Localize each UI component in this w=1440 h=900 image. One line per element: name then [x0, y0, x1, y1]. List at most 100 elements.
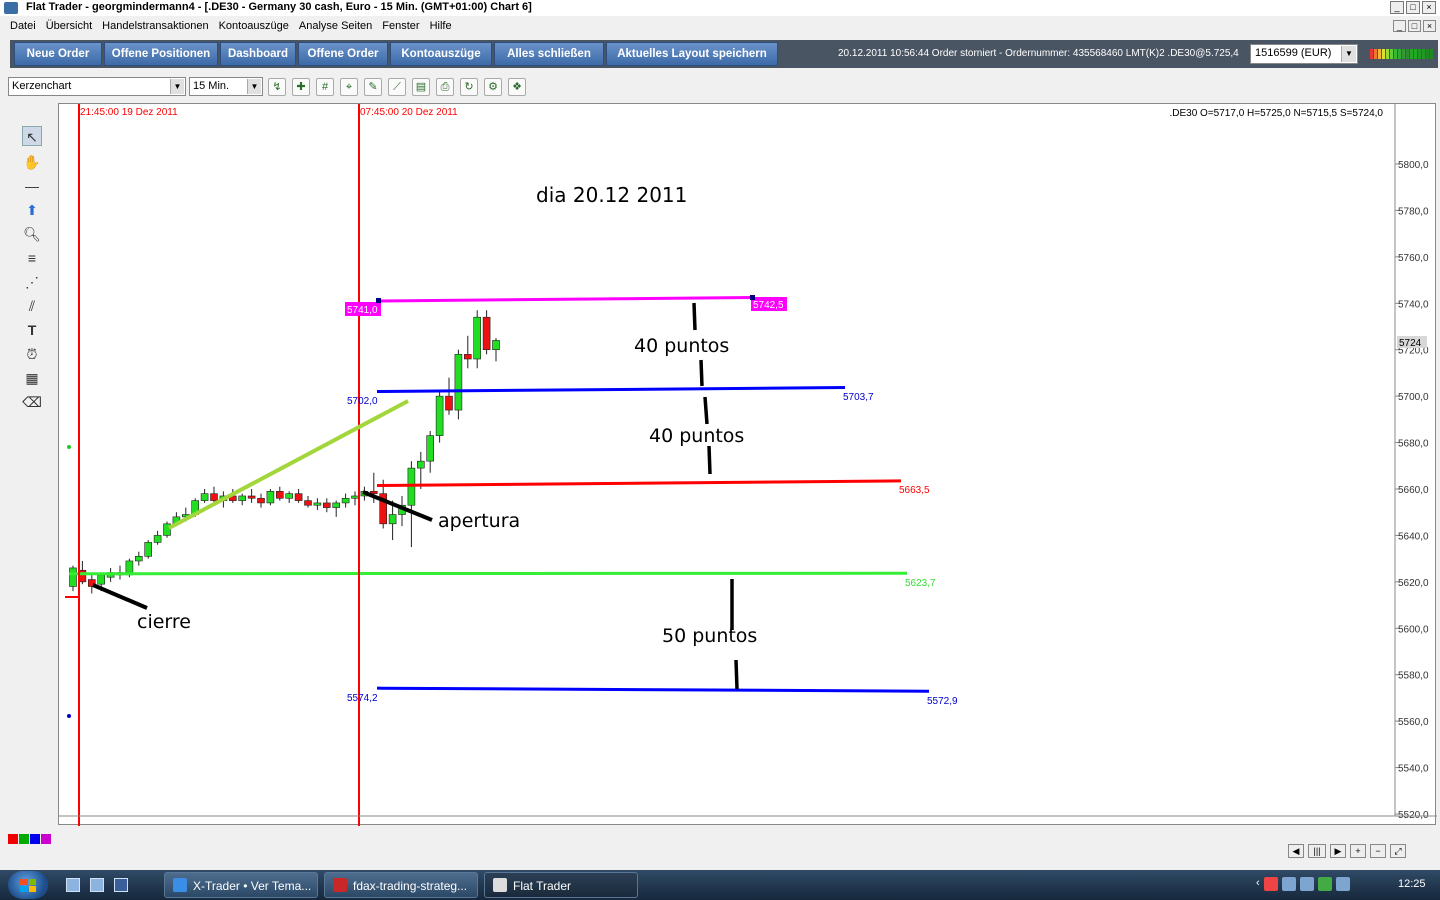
- save-layout-button[interactable]: Aktuelles Layout speichern: [606, 42, 778, 66]
- zoom-out-icon[interactable]: −: [1370, 844, 1386, 858]
- scroll-handle[interactable]: |||: [1308, 844, 1326, 858]
- zoom-in-icon[interactable]: +: [1350, 844, 1366, 858]
- show-desktop-icon[interactable]: [66, 878, 80, 892]
- interval-select[interactable]: 15 Min. ▼: [189, 77, 263, 96]
- cierre-annotation: cierre: [137, 611, 191, 633]
- trend-line: [168, 399, 409, 530]
- taskbar-clock[interactable]: 12:25: [1398, 878, 1426, 890]
- swatch-blue[interactable]: [30, 834, 40, 844]
- blue-lower-level-line: [376, 686, 930, 693]
- expand-icon[interactable]: ⤢: [1390, 844, 1406, 858]
- scroll-right-icon[interactable]: ▶: [1330, 844, 1346, 858]
- taskbar-item-flattrader[interactable]: Flat Trader: [484, 872, 638, 898]
- chrome-icon[interactable]: [1263, 877, 1278, 891]
- close-all-button[interactable]: Alles schließen: [494, 42, 604, 66]
- fibonacci-icon[interactable]: ≡: [22, 248, 42, 268]
- alarm-clock-icon[interactable]: ⏰︎: [22, 344, 42, 364]
- security-icon[interactable]: [1317, 877, 1332, 891]
- start-button[interactable]: [8, 871, 48, 899]
- blue-lower-left-label: 5574,2: [347, 693, 378, 704]
- calculator-icon[interactable]: ▦: [22, 368, 42, 388]
- network-icon[interactable]: [1281, 877, 1296, 891]
- account-select[interactable]: 1516599 (EUR) ▼: [1250, 44, 1358, 64]
- title-bar: Flat Trader - georgmindermann4 - [.DE30 …: [0, 0, 1440, 16]
- magenta-right-label: 5742,5: [753, 300, 784, 311]
- statements-button[interactable]: Kontoauszüge: [390, 42, 492, 66]
- print-icon[interactable]: ⎙: [436, 78, 454, 96]
- candle-body: [351, 495, 359, 499]
- taskbar-item-xtrader[interactable]: X-Trader • Ver Tema...: [164, 872, 318, 898]
- refresh-icon[interactable]: ↻: [460, 78, 478, 96]
- measure-mark-3: [703, 396, 709, 425]
- add-indicator-icon[interactable]: ✚: [292, 78, 310, 96]
- swatch-magenta[interactable]: [41, 834, 51, 844]
- dashboard-button[interactable]: Dashboard: [220, 42, 296, 66]
- quicklaunch-window-icon[interactable]: [90, 878, 104, 892]
- settings-icon[interactable]: ⚙: [484, 78, 502, 96]
- text-icon[interactable]: T: [22, 320, 42, 340]
- open-positions-button[interactable]: Offene Positionen: [104, 42, 218, 66]
- bluetooth-icon[interactable]: [114, 878, 128, 892]
- menu-handelstransaktionen[interactable]: Handelstransaktionen: [98, 18, 214, 36]
- chevron-down-icon[interactable]: ▼: [170, 79, 184, 94]
- grid-icon[interactable]: #: [316, 78, 334, 96]
- zoom-icon[interactable]: 🔍︎: [22, 224, 42, 244]
- system-tray: ‹: [1256, 877, 1350, 891]
- crosshair-icon[interactable]: ⌖: [340, 78, 358, 96]
- channel-icon[interactable]: ⫽: [22, 296, 42, 316]
- points-annotation-3: 50 puntos: [662, 625, 757, 647]
- mdi-minimize-button[interactable]: _: [1393, 20, 1406, 32]
- menu-uebersicht[interactable]: Übersicht: [42, 18, 98, 36]
- candle-body: [135, 556, 143, 562]
- chevron-down-icon[interactable]: ▼: [247, 79, 261, 94]
- indicator-icon[interactable]: ↯: [268, 78, 286, 96]
- open-orders-button[interactable]: Offene Order: [298, 42, 388, 66]
- menu-kontoauszuege[interactable]: Kontoauszüge: [215, 18, 295, 36]
- menu-analyse-seiten[interactable]: Analyse Seiten: [295, 18, 378, 36]
- new-order-button[interactable]: Neue Order: [14, 42, 102, 66]
- chart-canvas[interactable]: 21:45:00 19 Dez 2011 07:45:00 20 Dez 201…: [59, 104, 1437, 826]
- draw-icon[interactable]: ✎: [364, 78, 382, 96]
- maximize-button[interactable]: □: [1406, 1, 1420, 14]
- menu-hilfe[interactable]: Hilfe: [426, 18, 458, 36]
- menu-datei[interactable]: Datei: [6, 18, 42, 36]
- interval-value: 15 Min.: [193, 80, 230, 92]
- windows-taskbar: X-Trader • Ver Tema... fdax-trading-stra…: [0, 870, 1440, 900]
- eraser-icon[interactable]: ⌫: [22, 392, 42, 412]
- flat-trader-icon: [493, 878, 507, 892]
- tray-expand-icon[interactable]: ‹: [1256, 877, 1260, 891]
- app-icon: [4, 2, 18, 14]
- candle-body: [492, 340, 500, 351]
- scroll-left-icon[interactable]: ◀: [1288, 844, 1304, 858]
- arrow-up-icon[interactable]: ⬆: [22, 200, 42, 220]
- template-icon[interactable]: ❖: [508, 78, 526, 96]
- chart-type-select[interactable]: Kerzenchart ▼: [8, 77, 186, 96]
- line-icon[interactable]: —: [22, 176, 42, 196]
- taskbar-item-pdf[interactable]: fdax-trading-strateg...: [324, 872, 478, 898]
- monitor-icon[interactable]: [1299, 877, 1314, 891]
- fan-icon[interactable]: ⋰: [22, 272, 42, 292]
- minimize-button[interactable]: _: [1390, 1, 1404, 14]
- swatch-green[interactable]: [19, 834, 29, 844]
- price-chart[interactable]: 21:45:00 19 Dez 2011 07:45:00 20 Dez 201…: [58, 103, 1437, 826]
- mdi-close-button[interactable]: ×: [1423, 20, 1436, 32]
- window-title: Flat Trader - georgmindermann4 - [.DE30 …: [26, 1, 532, 13]
- close-button[interactable]: ×: [1422, 1, 1436, 14]
- volume-icon[interactable]: [1335, 877, 1350, 891]
- points-annotation-1: 40 puntos: [634, 335, 729, 357]
- swatch-red[interactable]: [8, 834, 18, 844]
- candle-body: [200, 493, 209, 501]
- candle-body: [416, 460, 425, 469]
- mdi-restore-button[interactable]: □: [1408, 20, 1421, 32]
- candle-body: [247, 495, 256, 499]
- apertura-arrow: [362, 490, 433, 522]
- ohlc-readout: .DE30 O=5717,0 H=5725,0 N=5715,5 S=5724,…: [1169, 108, 1383, 119]
- chevron-down-icon[interactable]: ▼: [1341, 46, 1356, 62]
- menu-fenster[interactable]: Fenster: [378, 18, 425, 36]
- day-annotation: dia 20.12 2011: [536, 183, 687, 207]
- document-icon[interactable]: ▤: [412, 78, 430, 96]
- trendline-icon[interactable]: ⟋: [388, 78, 406, 96]
- hand-icon[interactable]: ✋: [22, 152, 42, 172]
- candle-body: [435, 395, 444, 436]
- pointer-icon[interactable]: ↖: [22, 126, 42, 146]
